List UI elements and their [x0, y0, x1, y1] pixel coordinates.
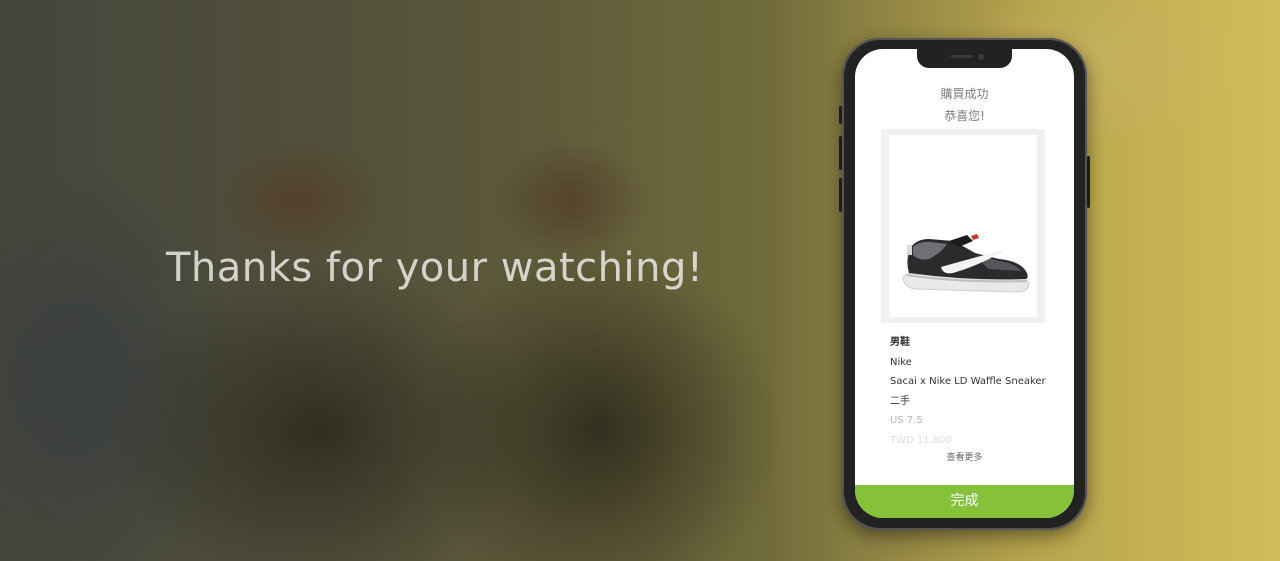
product-price: TWD 11,800: [890, 434, 952, 446]
product-condition: 二手: [890, 395, 910, 407]
product-image: [889, 135, 1037, 317]
product-brand: Nike: [890, 356, 912, 368]
congrats-subtitle: 恭喜您!: [944, 109, 985, 123]
phone-screen: 購買成功 恭喜您! 男鞋 Nike Sacai x Nike LD Waffle…: [855, 49, 1074, 518]
phone-mute-switch: [839, 106, 842, 124]
phone-notch: [917, 49, 1012, 68]
product-size: US 7.5: [890, 415, 923, 426]
product-image-card[interactable]: [881, 129, 1045, 323]
purchase-success-title: 購買成功: [940, 87, 989, 101]
product-name: Sacai x Nike LD Waffle Sneaker: [890, 376, 1046, 387]
product-category: 男鞋: [890, 337, 910, 348]
phone-volume-up: [839, 136, 842, 170]
phone-volume-down: [839, 178, 842, 212]
headline-text: Thanks for your watching!: [166, 245, 704, 291]
speaker-grille: [951, 55, 973, 58]
phone-mockup: 購買成功 恭喜您! 男鞋 Nike Sacai x Nike LD Waffle…: [839, 38, 1090, 530]
done-button[interactable]: 完成: [855, 485, 1074, 518]
sneaker-icon: [902, 234, 1030, 293]
phone-power-button: [1087, 156, 1090, 208]
see-more-link[interactable]: 查看更多: [855, 450, 1074, 463]
front-camera: [978, 54, 984, 60]
product-details: 男鞋 Nike Sacai x Nike LD Waffle Sneaker 二…: [890, 333, 1060, 450]
